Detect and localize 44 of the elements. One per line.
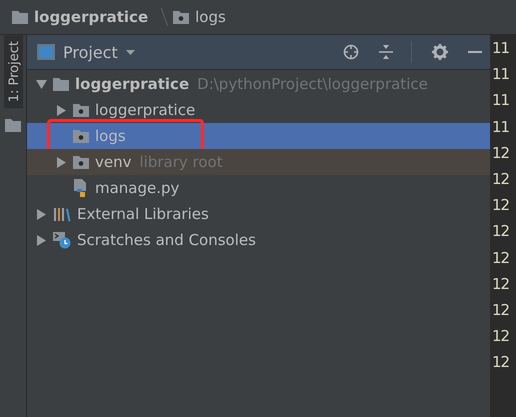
tree-row[interactable]: External Libraries [27,201,490,227]
breadcrumb-item[interactable]: loggerpratice [34,8,148,26]
settings-icon[interactable] [432,44,448,60]
line-number: 12 [491,248,510,268]
path-hint: library root [140,153,223,171]
line-number: 12 [491,144,510,164]
collapsed-arrow-icon[interactable] [55,104,67,116]
tree-row[interactable]: venv library root [27,149,490,175]
folder-icon [73,129,89,143]
minimize-icon[interactable] [468,50,482,54]
collapsed-arrow-icon[interactable] [35,234,47,246]
libraries-icon [53,206,71,222]
caret-icon[interactable] [126,50,135,54]
project-icon [37,44,55,60]
folder-icon [173,10,190,24]
line-number: 12 [491,327,510,348]
collapsed-arrow-icon[interactable] [35,208,47,220]
tree-row[interactable]: manage.py [27,175,490,201]
collapsed-arrow-icon[interactable] [55,156,67,168]
target-icon[interactable] [343,44,359,60]
line-number: 12 [491,222,510,242]
line-number: 12 [491,300,510,321]
folder-icon [53,77,69,91]
scratches-icon [53,231,71,249]
line-number: 12 [491,170,510,190]
tree-row[interactable]: Scratches and Consoles [27,227,490,253]
folder-icon [12,10,28,24]
line-number: 11 [491,91,510,112]
tree-row[interactable]: loggerpratice [27,97,490,123]
panel-title[interactable]: Project [63,42,118,62]
line-number: 12 [491,196,510,216]
folder-icon [73,103,89,117]
line-number: 12 [491,353,510,374]
folder-icon [73,155,89,169]
folder-icon [5,118,21,132]
python-file-icon [73,179,89,197]
line-number: 11 [491,39,510,59]
breadcrumb-item[interactable]: logs [195,8,226,26]
tool-window-tab[interactable]: 1: Project [4,35,22,108]
line-number: 11 [491,65,510,86]
line-number: 11 [491,118,510,138]
collapse-icon[interactable] [379,44,393,60]
line-number: 12 [491,274,510,295]
expanded-arrow-icon[interactable] [35,80,47,88]
